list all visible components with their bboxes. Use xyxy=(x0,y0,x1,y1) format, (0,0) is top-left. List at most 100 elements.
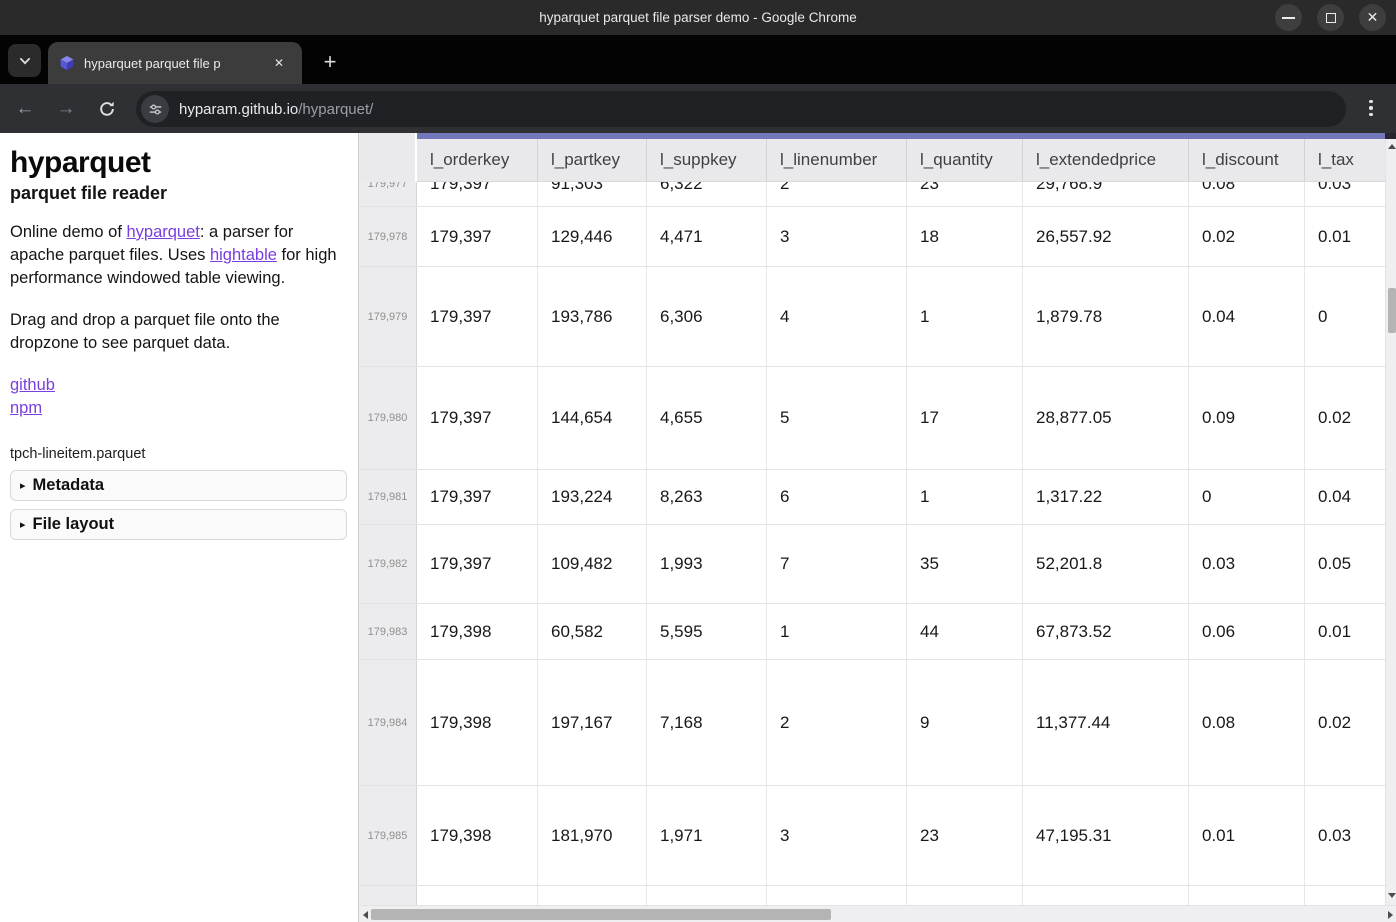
table-cell: 35 xyxy=(907,525,1023,603)
table-row: 179,985179,398181,9701,97132347,195.310.… xyxy=(359,786,1385,886)
window-titlebar: hyparquet parquet file parser demo - Goo… xyxy=(0,0,1396,35)
table-cell: 0.08 xyxy=(1189,660,1305,785)
table-cell xyxy=(417,886,538,905)
scroll-up-arrow-icon[interactable] xyxy=(1388,144,1396,149)
npm-link[interactable]: npm xyxy=(10,399,42,417)
table-cell xyxy=(767,886,907,905)
table-cell: 1 xyxy=(767,604,907,659)
table-cell: 4,655 xyxy=(647,367,767,469)
table-cell: 0.05 xyxy=(1305,525,1385,603)
intro-text: Online demo of xyxy=(10,223,126,241)
horizontal-scrollbar[interactable] xyxy=(359,905,1396,922)
table-cell: 3 xyxy=(767,786,907,885)
menu-dot xyxy=(1369,113,1373,117)
hightable-link[interactable]: hightable xyxy=(210,246,277,264)
column-header-l_linenumber[interactable]: l_linenumber xyxy=(767,139,907,181)
table-cell: 7 xyxy=(767,525,907,603)
table-cell: 179,397 xyxy=(417,207,538,266)
table-cell: 52,201.8 xyxy=(1023,525,1189,603)
vertical-scrollbar[interactable] xyxy=(1385,133,1396,905)
column-header-l_tax[interactable]: l_tax xyxy=(1305,139,1385,181)
close-icon: ✕ xyxy=(1359,4,1386,31)
row-number: 179,977 xyxy=(359,182,417,206)
table-cell: 6 xyxy=(767,470,907,524)
table-cell: 5,595 xyxy=(647,604,767,659)
table-cell: 8,263 xyxy=(647,470,767,524)
table-cell xyxy=(1189,886,1305,905)
horizontal-scrollbar-thumb[interactable] xyxy=(371,909,831,920)
scroll-right-arrow-icon[interactable] xyxy=(1388,911,1393,919)
minimize-button[interactable] xyxy=(1275,4,1302,31)
row-number xyxy=(359,886,417,905)
column-header-l_partkey[interactable]: l_partkey xyxy=(538,139,647,181)
table-cell: 2 xyxy=(767,660,907,785)
vertical-scrollbar-thumb[interactable] xyxy=(1388,288,1396,333)
table-header-row: l_orderkeyl_partkeyl_suppkeyl_linenumber… xyxy=(417,139,1385,182)
tab-search-button[interactable] xyxy=(8,44,41,77)
back-button[interactable]: ← xyxy=(8,92,42,126)
table-panel: l_orderkeyl_partkeyl_suppkeyl_linenumber… xyxy=(358,133,1396,922)
row-number: 179,980 xyxy=(359,367,417,469)
reload-button[interactable] xyxy=(90,92,124,126)
table-cell xyxy=(1305,886,1385,905)
table-cell: 144,654 xyxy=(538,367,647,469)
accordion-label: File layout xyxy=(33,515,115,534)
table-cell: 44 xyxy=(907,604,1023,659)
site-info-button[interactable] xyxy=(141,95,169,123)
table-cell: 0.03 xyxy=(1189,525,1305,603)
table-cell: 197,167 xyxy=(538,660,647,785)
tab-hyparquet[interactable]: hyparquet parquet file p ✕ xyxy=(48,42,302,84)
page-title: hyparquet xyxy=(10,146,348,180)
table-cell: 60,582 xyxy=(538,604,647,659)
table-cell: 1,317.22 xyxy=(1023,470,1189,524)
column-header-l_extendedprice[interactable]: l_extendedprice xyxy=(1023,139,1189,181)
address-bar[interactable]: hyparam.github.io/hyparquet/ xyxy=(136,91,1346,127)
table-cell: 1 xyxy=(907,470,1023,524)
accordion-label: Metadata xyxy=(33,476,105,495)
table-row xyxy=(359,886,1385,905)
table-cell: 0.03 xyxy=(1305,786,1385,885)
metadata-accordion[interactable]: ▸ Metadata xyxy=(10,470,347,501)
browser-window: hyparquet parquet file parser demo - Goo… xyxy=(0,0,1396,922)
close-button[interactable]: ✕ xyxy=(1359,4,1386,31)
table-cell: 0.03 xyxy=(1305,182,1385,206)
intro-paragraph: Online demo of hyparquet: a parser for a… xyxy=(10,221,348,290)
new-tab-button[interactable]: + xyxy=(314,47,346,79)
column-header-l_orderkey[interactable]: l_orderkey xyxy=(417,139,538,181)
maximize-button[interactable] xyxy=(1317,4,1344,31)
table-row: 179,977179,39791,3036,32222329,768.90.08… xyxy=(359,182,1385,207)
triangle-right-icon: ▸ xyxy=(20,479,26,492)
table-cell: 26,557.92 xyxy=(1023,207,1189,266)
column-header-l_quantity[interactable]: l_quantity xyxy=(907,139,1023,181)
table-cell: 179,397 xyxy=(417,367,538,469)
site-settings-icon xyxy=(148,102,163,117)
table-row: 179,983179,39860,5825,59514467,873.520.0… xyxy=(359,604,1385,660)
tab-close-icon[interactable]: ✕ xyxy=(270,54,288,72)
table-cell: 179,398 xyxy=(417,786,538,885)
window-title: hyparquet parquet file parser demo - Goo… xyxy=(0,0,1396,35)
browser-menu-button[interactable] xyxy=(1356,93,1386,123)
github-link[interactable]: github xyxy=(10,376,55,394)
table-cell: 0.02 xyxy=(1305,367,1385,469)
scroll-down-arrow-icon[interactable] xyxy=(1388,893,1396,898)
table-viewport: 179,977179,39791,3036,32222329,768.90.08… xyxy=(359,182,1385,905)
table-cell: 29,768.9 xyxy=(1023,182,1189,206)
column-header-l_discount[interactable]: l_discount xyxy=(1189,139,1305,181)
menu-dot xyxy=(1369,106,1373,110)
table-cell: 7,168 xyxy=(647,660,767,785)
table-cell: 6,322 xyxy=(647,182,767,206)
column-header-l_suppkey[interactable]: l_suppkey xyxy=(647,139,767,181)
table-cell xyxy=(538,886,647,905)
scroll-left-arrow-icon[interactable] xyxy=(363,911,368,919)
tab-strip: hyparquet parquet file p ✕ + xyxy=(0,35,1396,84)
dropzone-paragraph: Drag and drop a parquet file onto the dr… xyxy=(10,309,348,355)
forward-button[interactable]: → xyxy=(49,92,83,126)
hyparquet-link[interactable]: hyparquet xyxy=(126,223,199,241)
table-cell: 0.08 xyxy=(1189,182,1305,206)
page-subtitle: parquet file reader xyxy=(10,183,348,204)
table-cell xyxy=(647,886,767,905)
table-cell: 0.01 xyxy=(1189,786,1305,885)
triangle-right-icon: ▸ xyxy=(20,518,26,531)
file-layout-accordion[interactable]: ▸ File layout xyxy=(10,509,347,540)
table-cell: 9 xyxy=(907,660,1023,785)
